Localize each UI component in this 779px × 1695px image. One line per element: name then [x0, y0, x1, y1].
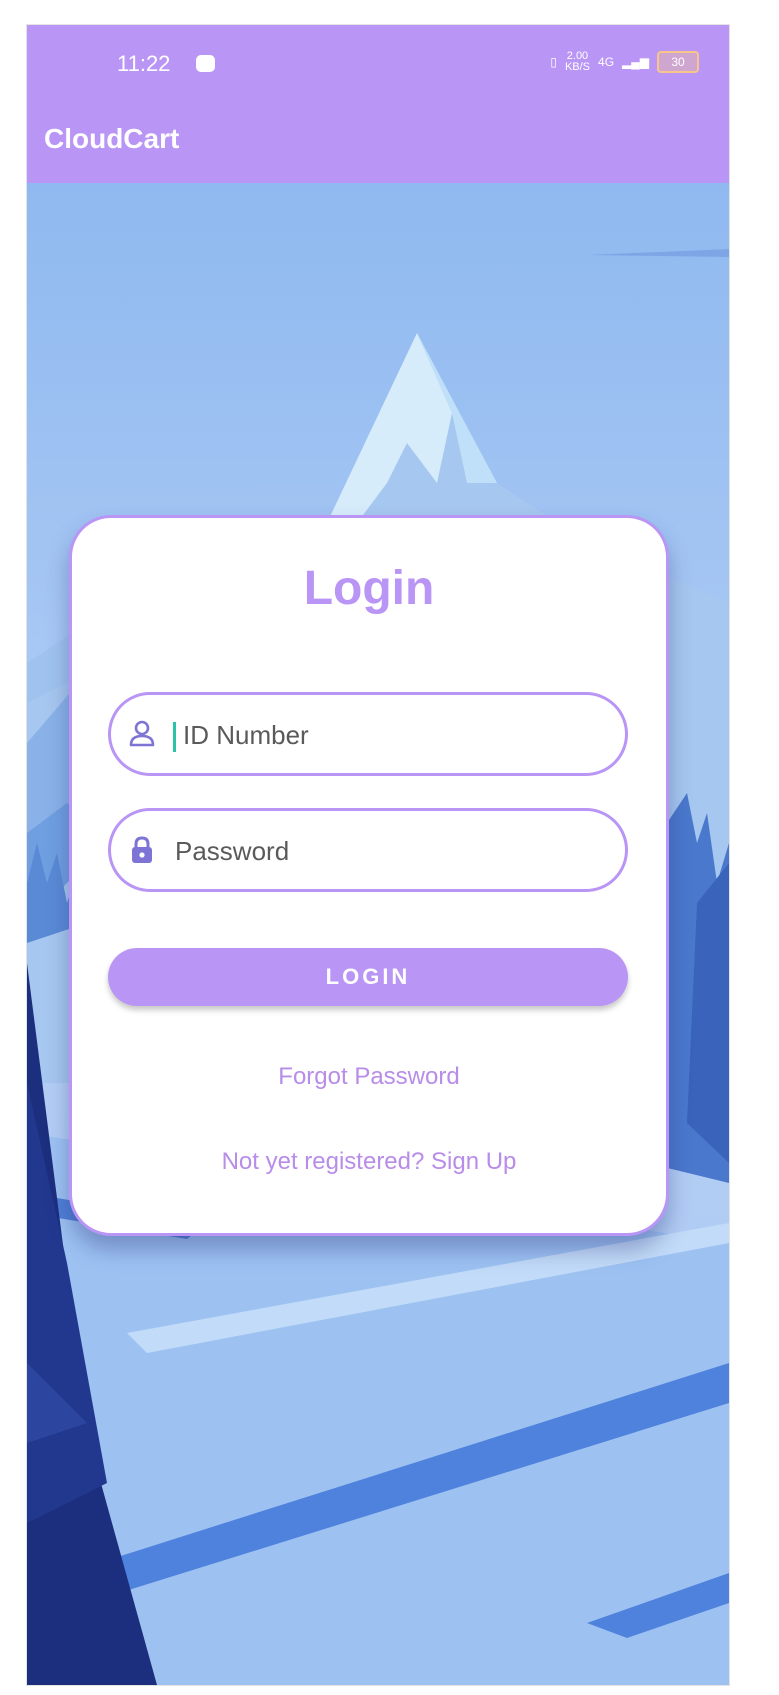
app-title: CloudCart: [44, 123, 180, 154]
id-number-field[interactable]: [108, 692, 628, 776]
password-input[interactable]: [173, 825, 607, 877]
network-speed-unit: KB/S: [564, 61, 591, 73]
password-field[interactable]: [108, 808, 628, 892]
signal-icon: ▂▄▆: [622, 55, 649, 69]
vibrate-icon: ▯: [550, 55, 557, 69]
status-bar: 11:22 ▯ 2.00 KB/S 4G ▂▄▆ 30: [27, 25, 729, 103]
battery-level: 30: [671, 55, 685, 69]
app-bar: CloudCart: [27, 103, 729, 183]
id-number-input[interactable]: [181, 709, 615, 761]
network-speed: 2.00 KB/S: [565, 51, 590, 73]
battery-icon: 30: [657, 51, 699, 73]
login-button[interactable]: LOGIN: [108, 948, 628, 1006]
signup-link[interactable]: Not yet registered? Sign Up: [72, 1148, 666, 1176]
network-type: 4G: [598, 55, 615, 69]
phone-screen: 11:22 ▯ 2.00 KB/S 4G ▂▄▆ 30 CloudCart Lo…: [27, 25, 729, 1685]
person-icon: [129, 720, 155, 747]
login-title: Login: [303, 562, 435, 615]
notification-icon: [196, 55, 215, 72]
forgot-password-link[interactable]: Forgot Password: [72, 1063, 666, 1091]
login-card: Login LOGIN Forgot Password Not yet regi…: [69, 515, 669, 1236]
lock-icon: [132, 836, 152, 863]
text-cursor: [173, 722, 176, 752]
status-time: 11:22: [117, 51, 171, 76]
status-indicators: ▯ 2.00 KB/S 4G ▂▄▆ 30: [550, 51, 699, 73]
